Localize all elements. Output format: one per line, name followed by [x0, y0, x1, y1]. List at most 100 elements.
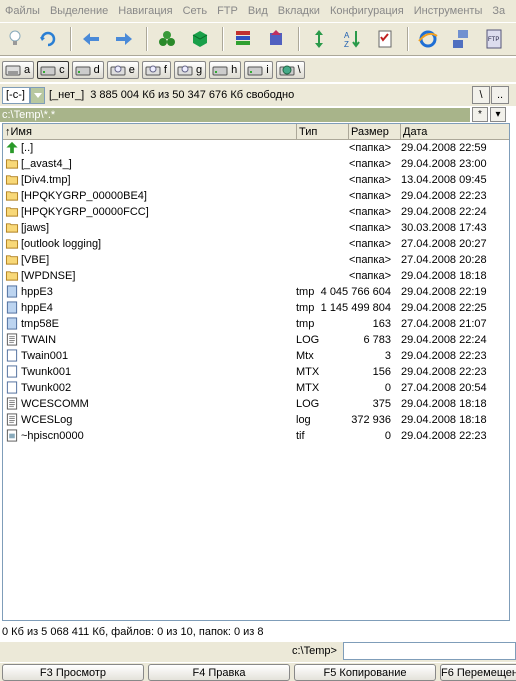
archive-button[interactable]	[232, 28, 254, 50]
file-row[interactable]: [_avast4_] <папка> 29.04.2008 23:00	[3, 156, 509, 172]
file-name: TWAIN	[21, 334, 57, 346]
column-date[interactable]: Дата	[401, 124, 509, 140]
cube-button[interactable]	[189, 28, 211, 50]
forward-button[interactable]	[113, 28, 135, 50]
refresh-icon	[40, 31, 56, 47]
menu-item[interactable]: Выделение	[45, 5, 113, 17]
menu-item[interactable]: Конфигурация	[325, 5, 409, 17]
ie-button[interactable]	[417, 28, 439, 50]
file-name: Twunk002	[21, 382, 72, 394]
drive-combo[interactable]: [-c-]	[2, 86, 30, 104]
menu-item[interactable]: Вид	[243, 5, 273, 17]
history-button[interactable]: *	[472, 107, 488, 122]
file-row[interactable]: Twunk001 MTX 156 29.04.2008 22:23	[3, 364, 509, 380]
checklist-button[interactable]	[374, 28, 396, 50]
sync-button[interactable]	[308, 28, 330, 50]
folder-icon	[5, 191, 19, 201]
cd-icon	[145, 65, 161, 76]
file-row[interactable]: [..] <папка> 29.04.2008 22:59	[3, 140, 509, 156]
ftp-button[interactable]: FTP	[483, 28, 505, 50]
file-date: 29.04.2008 22:23	[401, 350, 487, 362]
drive-bar: a c d e f g h i \	[0, 58, 516, 82]
drive-button-g[interactable]: g	[173, 61, 207, 79]
column-size[interactable]: Размер	[349, 124, 401, 140]
menu-item[interactable]: За	[487, 5, 510, 17]
drive-button-f[interactable]: f	[141, 61, 171, 79]
drive-button-h[interactable]: h	[209, 61, 242, 79]
unpack-button[interactable]	[265, 28, 287, 50]
drive-combo-value: [-c-]	[6, 89, 25, 101]
file-row[interactable]: Twunk002 MTX 0 27.04.2008 20:54	[3, 380, 509, 396]
file-row[interactable]: tmp58E tmp 163 27.04.2008 21:07	[3, 316, 509, 332]
toolbar: A Z FTP	[0, 22, 516, 56]
file-row[interactable]: [Div4.tmp] <папка> 13.04.2008 09:45	[3, 172, 509, 188]
drive-button-a[interactable]: a	[2, 61, 35, 79]
file-row[interactable]: [WPDNSE] <папка> 29.04.2008 18:18	[3, 268, 509, 284]
file-row[interactable]: hppE3 tmp 4 045 766 604 29.04.2008 22:19	[3, 284, 509, 300]
menu-item[interactable]: Инструменты	[409, 5, 488, 17]
up-arrow-icon	[6, 141, 18, 154]
bulb-button[interactable]	[4, 28, 26, 50]
file-row[interactable]: WCESCOMM LOG 375 29.04.2008 18:18	[3, 396, 509, 412]
column-header: ↑Имя Тип Размер Дата	[3, 124, 509, 140]
file-icon	[6, 365, 18, 378]
file-row[interactable]: Twain001 Mtx 3 29.04.2008 22:23	[3, 348, 509, 364]
fkey-button-f3[interactable]: F3 Просмотр	[2, 664, 144, 681]
status-bar: 0 Кб из 5 068 411 Кб, файлов: 0 из 10, п…	[2, 626, 264, 638]
command-input[interactable]	[343, 642, 516, 660]
drive-button-c[interactable]: c	[37, 61, 69, 79]
file-row[interactable]: TWAIN LOG 6 783 29.04.2008 22:24	[3, 332, 509, 348]
menu-item[interactable]: Сеть	[178, 5, 212, 17]
drive-button-d[interactable]: d	[71, 61, 104, 79]
back-button[interactable]	[80, 28, 102, 50]
drive-button-e[interactable]: e	[106, 61, 139, 79]
file-name: ~hpiscn0000	[21, 430, 84, 442]
menu-item[interactable]: Навигация	[113, 5, 177, 17]
file-row[interactable]: [VBE] <папка> 27.04.2008 20:28	[3, 252, 509, 268]
refresh-button[interactable]	[37, 28, 59, 50]
folder-icon	[5, 223, 19, 233]
file-row[interactable]: [jaws] <папка> 30.03.2008 17:43	[3, 220, 509, 236]
up-dir-button[interactable]: ..	[491, 86, 509, 104]
root-button[interactable]: \	[472, 86, 490, 104]
file-row[interactable]: hppE4 tmp 1 145 499 804 29.04.2008 22:25	[3, 300, 509, 316]
file-row[interactable]: ~hpiscn0000 tif 0 29.04.2008 22:23	[3, 428, 509, 444]
file-row[interactable]: [outlook logging] <папка> 27.04.2008 20:27	[3, 236, 509, 252]
menu-item[interactable]: FTP	[212, 5, 243, 17]
file-name: hppE4	[21, 302, 53, 314]
column-type[interactable]: Тип	[297, 124, 349, 140]
text-file-icon	[6, 413, 18, 426]
file-date: 29.04.2008 23:00	[401, 158, 487, 170]
tmp-file-icon	[6, 317, 18, 330]
fkey-button-f4[interactable]: F4 Правка	[148, 664, 290, 681]
file-date: 30.03.2008 17:43	[401, 222, 487, 234]
network-button[interactable]	[450, 28, 472, 50]
file-type: MTX	[296, 366, 320, 378]
file-row[interactable]: WCESLog log 372 936 29.04.2008 18:18	[3, 412, 509, 428]
file-size: 4 045 766 604	[320, 286, 391, 298]
drive-letter: f	[163, 64, 167, 76]
hotlist-button[interactable]: ▾	[490, 107, 506, 122]
fkey-button-f6[interactable]: F6 Перемещение	[440, 664, 516, 681]
cd-icon	[110, 65, 126, 76]
ie-icon	[418, 30, 438, 48]
file-date: 29.04.2008 18:18	[401, 414, 487, 426]
network-drive-icon	[279, 65, 295, 76]
folder-icon	[5, 159, 19, 169]
menu-item[interactable]: Файлы	[0, 5, 45, 17]
file-date: 29.04.2008 22:23	[401, 366, 487, 378]
menu-item[interactable]: Вкладки	[273, 5, 325, 17]
cube-icon	[192, 31, 208, 47]
tree-button[interactable]	[156, 28, 178, 50]
sort-az-button[interactable]: AZ	[341, 28, 363, 50]
file-name: [..]	[21, 142, 34, 154]
drive-button-i[interactable]: i	[244, 61, 273, 79]
drive-combo-arrow[interactable]	[30, 86, 45, 104]
file-row[interactable]: [HPQKYGRP_00000FCC] <папка> 29.04.2008 22:…	[3, 204, 509, 220]
file-row[interactable]: [HPQKYGRP_00000BE4] <папка> 29.04.2008 22:…	[3, 188, 509, 204]
command-prompt-label: c:\Temp>	[292, 645, 337, 657]
fkey-button-f5[interactable]: F5 Копирование	[294, 664, 436, 681]
file-date: 27.04.2008 20:54	[401, 382, 487, 394]
column-name[interactable]: ↑Имя	[3, 124, 297, 140]
drive-button-network[interactable]: \	[275, 61, 305, 79]
